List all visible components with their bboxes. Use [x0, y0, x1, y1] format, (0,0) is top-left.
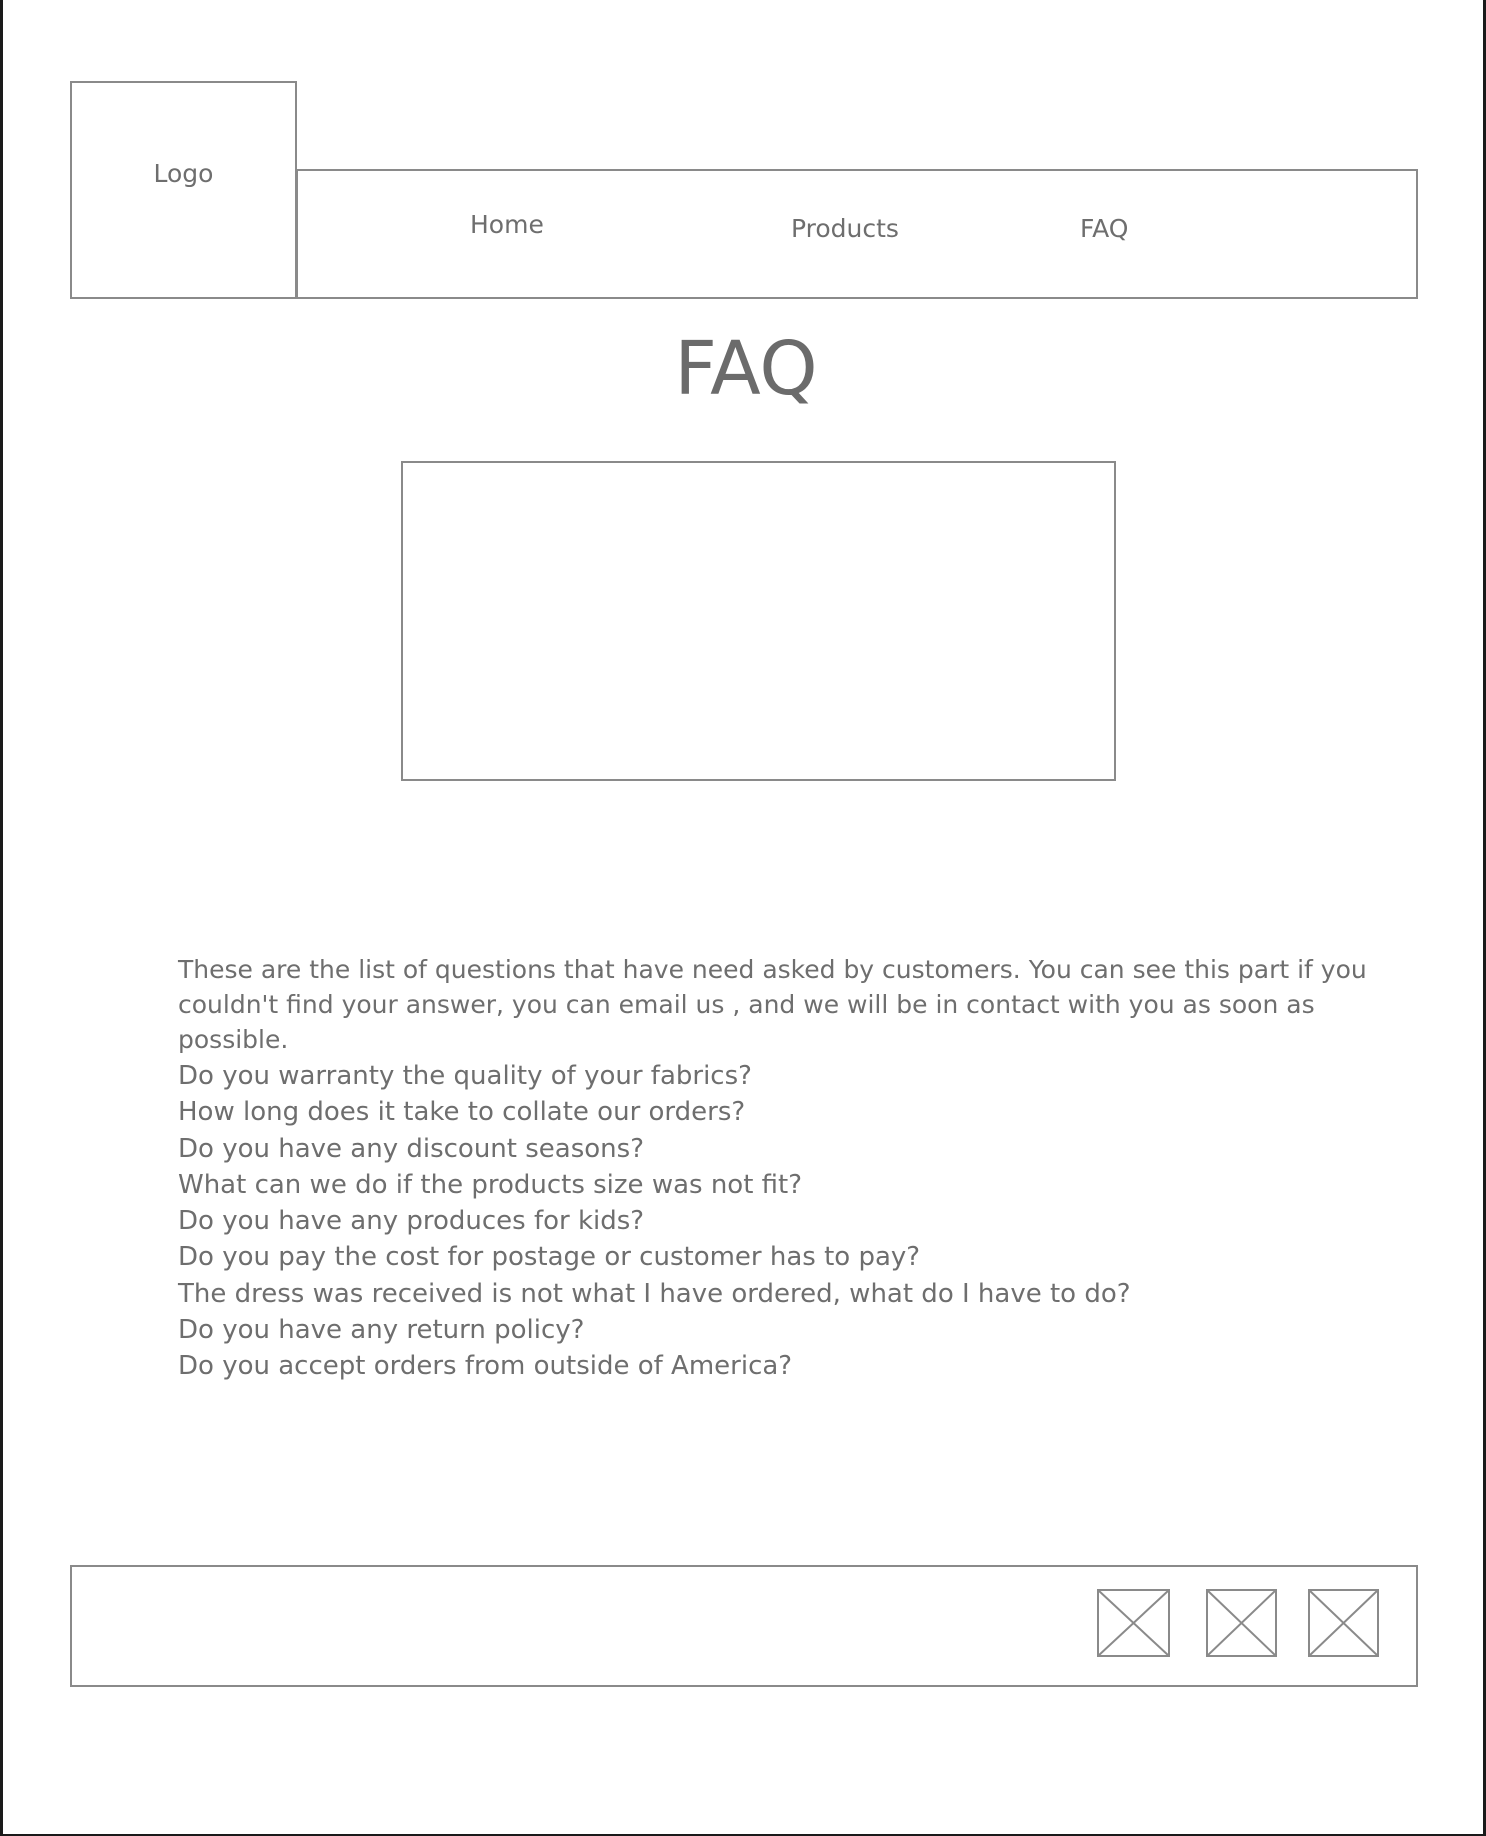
- image-placeholder-icon: [1206, 1589, 1277, 1657]
- faq-question[interactable]: Do you have any discount seasons?: [178, 1131, 1131, 1167]
- social-link-3[interactable]: [1308, 1589, 1379, 1657]
- faq-question-list: Do you warranty the quality of your fabr…: [178, 1058, 1131, 1385]
- nav-link-faq[interactable]: FAQ: [1080, 214, 1128, 243]
- logo[interactable]: Logo: [70, 81, 297, 299]
- faq-question[interactable]: Do you have any return policy?: [178, 1312, 1131, 1348]
- faq-question[interactable]: What can we do if the products size was …: [178, 1167, 1131, 1203]
- nav-link-home[interactable]: Home: [470, 210, 544, 239]
- faq-question[interactable]: The dress was received is not what I hav…: [178, 1276, 1131, 1312]
- faq-question[interactable]: Do you pay the cost for postage or custo…: [178, 1239, 1131, 1275]
- faq-question[interactable]: Do you warranty the quality of your fabr…: [178, 1058, 1131, 1094]
- faq-question[interactable]: Do you have any produces for kids?: [178, 1203, 1131, 1239]
- logo-label: Logo: [153, 158, 214, 188]
- faq-question[interactable]: Do you accept orders from outside of Ame…: [178, 1348, 1131, 1384]
- social-link-2[interactable]: [1206, 1589, 1277, 1657]
- page-title: FAQ: [674, 326, 818, 412]
- social-link-1[interactable]: [1097, 1589, 1170, 1657]
- faq-intro-text: These are the list of questions that hav…: [178, 955, 1367, 1054]
- hero-image-placeholder: [401, 461, 1116, 781]
- image-placeholder-icon: [1308, 1589, 1379, 1657]
- faq-question[interactable]: How long does it take to collate our ord…: [178, 1094, 1131, 1130]
- window-frame-left: [0, 0, 3, 1836]
- nav-link-products[interactable]: Products: [791, 214, 899, 243]
- image-placeholder-icon: [1097, 1589, 1170, 1657]
